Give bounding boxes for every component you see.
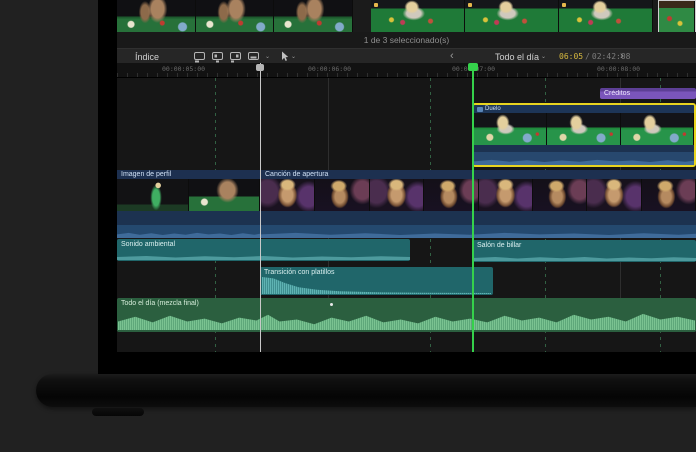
thumbnail-frame (559, 0, 653, 32)
waveform (117, 232, 260, 238)
macbook-base (36, 374, 696, 407)
thumbnail-frame (465, 0, 559, 32)
browser-filmstrip-row (117, 0, 696, 32)
time-separator: / (585, 52, 590, 61)
clip-audio-section (117, 225, 260, 238)
chevron-left-icon: ‹ (450, 51, 454, 62)
chevron-down-icon: ⌄ (291, 54, 296, 60)
thumbnail-frame (547, 113, 620, 145)
ruler-timecode: 00:00:08:00 (597, 65, 640, 73)
select-tool-button[interactable]: ⌄ (280, 49, 296, 64)
thumbnail-frame (370, 179, 424, 211)
thumbnail-frame (533, 179, 587, 211)
playhead-line[interactable] (260, 63, 261, 352)
selection-status-text: 1 de 3 seleccionado(s) (364, 35, 450, 45)
index-button-label: Índice (135, 52, 159, 62)
append-edit-icon[interactable] (229, 51, 242, 63)
thumbnail-frame (659, 1, 695, 33)
marker-icon (374, 3, 378, 7)
chevron-down-icon: ⌄ (541, 54, 546, 60)
clip-selected[interactable]: Duelo (472, 103, 696, 167)
clip-audio-section (261, 225, 696, 238)
project-selector[interactable]: Todo el día ⌄ (495, 49, 546, 64)
waveform (261, 232, 696, 238)
clip-pool-hall[interactable]: Salón de billar (473, 240, 696, 262)
clip-label: Canción de apertura (261, 170, 696, 179)
film-icon (477, 107, 483, 112)
thumbnail-frame (371, 0, 465, 32)
index-button[interactable]: Índice (135, 49, 159, 64)
thumbnail-frame (474, 113, 547, 145)
overwrite-edit-icon[interactable] (247, 51, 260, 63)
browser-clip-girl[interactable] (371, 0, 653, 32)
waveform (262, 277, 491, 294)
waveform (474, 159, 694, 165)
skimmer-handle[interactable] (468, 63, 478, 71)
clip-label: Créditos (604, 90, 630, 97)
clip-opening-song[interactable]: Canción de apertura (260, 170, 696, 238)
keyframe-dot[interactable] (330, 303, 333, 306)
timeline-ruler[interactable]: 00:00:05:00 00:00:06:00 00:00:07:00 00:0… (117, 63, 696, 78)
clip-ambient-sound[interactable]: Sonido ambiental (117, 239, 410, 261)
skimmer-line[interactable] (472, 63, 474, 352)
waveform (118, 311, 695, 330)
thumbnail-frame (117, 0, 196, 32)
chevron-right-icon: › (620, 51, 624, 62)
thumbnail-frame (117, 179, 189, 211)
thumbnail-frame (315, 179, 369, 211)
macbook-foot (92, 408, 144, 416)
thumbnail-frame (424, 179, 478, 211)
clip-profile[interactable]: Imagen de perfil (117, 170, 260, 238)
clip-credits[interactable]: Créditos (600, 88, 696, 99)
clip-label: Transición con platillos (260, 267, 493, 276)
marker-icon (468, 3, 472, 7)
arrow-pointer-icon (280, 51, 289, 62)
macbook-scene: 1 de 3 seleccionado(s) ⌄ ⌄ Índice (0, 0, 696, 452)
insert-edit-icon[interactable] (211, 51, 224, 63)
clip-audio-section (474, 152, 694, 165)
thumbnail-frame (642, 179, 696, 211)
waveform (473, 256, 696, 261)
total-duration: 02:42:08 (592, 52, 631, 61)
thumbnail-frame (261, 179, 315, 211)
thumbnail-frame (479, 179, 533, 211)
thumbnail-frame (587, 179, 641, 211)
project-name: Todo el día (495, 52, 539, 62)
thumbnail-frame (274, 0, 353, 32)
clip-final-mix[interactable]: Todo el día (mezcla final) (117, 298, 696, 332)
current-time: 06:05 (559, 52, 583, 61)
browser-clip-dog[interactable] (117, 0, 353, 32)
connect-edit-icon[interactable] (193, 51, 206, 63)
previous-item-button[interactable]: ‹ (450, 49, 454, 64)
clip-label: Todo el día (mezcla final) (117, 298, 696, 307)
chevron-down-icon[interactable]: ⌄ (265, 54, 270, 60)
clip-label: Duelo (485, 106, 501, 112)
browser-clip-partial[interactable] (658, 0, 696, 32)
ruler-timecode: 00:00:05:00 (162, 65, 205, 73)
browser-status-bar: 1 de 3 seleccionado(s) ⌄ ⌄ (117, 32, 696, 48)
playhead-handle[interactable] (256, 64, 264, 71)
clip-cymbal-transition[interactable]: Transición con platillos (260, 267, 493, 295)
ruler-timecode: 00:00:06:00 (308, 65, 351, 73)
clip-label: Salón de billar (473, 240, 696, 249)
thumbnail-frame (189, 179, 261, 211)
timeline-tracks-area[interactable]: Créditos Duelo Imagen de perfil (117, 78, 696, 352)
next-item-button[interactable]: › (620, 49, 624, 64)
thumbnail-frame (196, 0, 275, 32)
timeline-toolbar: Índice ⌄ ⌄ ‹ Todo (117, 48, 696, 63)
clip-label: Sonido ambiental (117, 239, 410, 248)
waveform (117, 255, 410, 260)
marker-icon (562, 3, 566, 7)
thumbnail-frame (621, 113, 694, 145)
clip-label: Imagen de perfil (117, 170, 260, 179)
